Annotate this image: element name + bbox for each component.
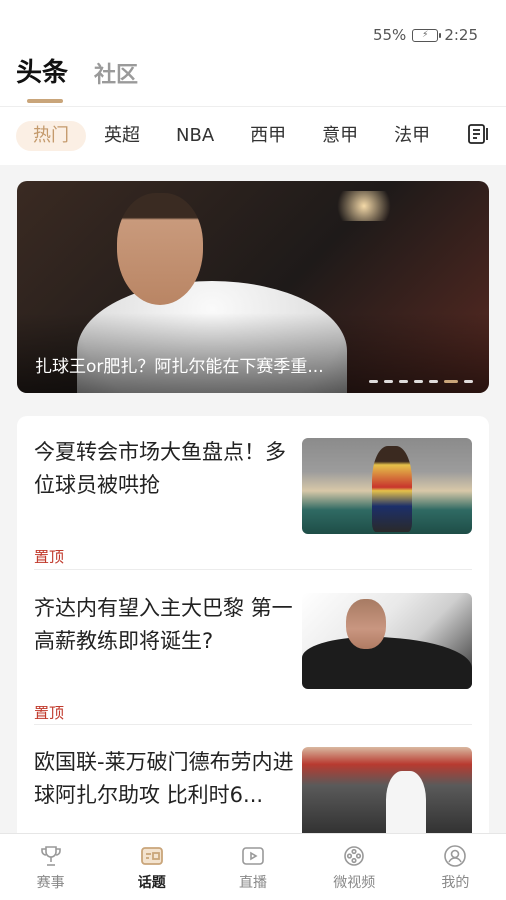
category-hot[interactable]: 热门 [16,121,86,151]
tab-topics[interactable]: 话题 [101,834,202,900]
live-icon [242,847,264,865]
clock: 2:25 [444,26,478,44]
pinned-tag: 置顶 [34,704,65,722]
carousel-dot[interactable] [414,380,423,383]
category-ligue-1[interactable]: 法甲 [394,121,430,151]
news-title: 欧国联-莱万破门德布劳内进球阿扎尔助攻 比利时6... [34,750,294,807]
carousel-dot[interactable] [429,380,438,383]
thumbnail-coat [302,637,472,689]
category-bar: 热门 英超 NBA 西甲 意甲 法甲 [0,106,506,165]
pinned-tag: 置顶 [34,548,65,566]
tab-micro-video[interactable]: 微视频 [304,834,405,900]
news-item[interactable]: 欧国联-莱万破门德布劳内进球阿扎尔助攻 比利时6... [34,746,472,846]
battery-percent: 55% [372,26,407,44]
tab-profile[interactable]: 我的 [405,834,506,900]
news-thumbnail [302,593,472,689]
divider [34,569,472,570]
news-item[interactable]: 今夏转会市场大鱼盘点！多位球员被哄抢 置顶 [34,436,472,591]
status-bar: 55% ⚡ 2:25 [373,26,478,44]
stadium-lights [329,191,399,221]
banner-photo-player [117,193,203,305]
carousel-dots [369,380,473,383]
main-tabs: 头条 社区 [16,52,138,103]
active-tab-indicator [27,99,63,103]
banner-caption: 扎球王or肥扎？阿扎尔能在下赛季重... [35,357,324,377]
category-premier-league[interactable]: 英超 [104,121,140,151]
category-list: 热门 英超 NBA 西甲 意甲 法甲 [16,121,466,151]
thumbnail-player [372,446,412,532]
user-icon [444,845,467,867]
divider [34,724,472,725]
topic-icon [140,847,163,865]
tab-micro-video-label: 微视频 [333,875,376,891]
tab-matches[interactable]: 赛事 [0,834,101,900]
carousel-dot[interactable] [464,380,473,383]
tab-live[interactable]: 直播 [202,834,303,900]
film-icon [344,846,365,866]
trophy-icon [40,846,61,866]
category-serie-a[interactable]: 意甲 [322,121,358,151]
news-title: 齐达内有望入主大巴黎 第一高薪教练即将诞生? [34,596,293,653]
carousel-dot[interactable] [369,380,378,383]
tab-matches-label: 赛事 [36,875,65,891]
tab-headlines-label: 头条 [16,58,69,88]
list-icon[interactable] [466,122,490,146]
tab-topics-label: 话题 [137,875,166,891]
bottom-tab-bar: 赛事 话题 直播 微视频 我的 [0,833,506,900]
battery-icon: ⚡ [412,28,442,42]
tab-headlines[interactable]: 头条 [16,52,69,103]
carousel-dot-active[interactable] [444,380,458,383]
header: 55% ⚡ 2:25 头条 社区 [0,0,506,106]
news-thumbnail [302,438,472,534]
category-la-liga[interactable]: 西甲 [250,121,286,151]
tab-live-label: 直播 [239,875,267,891]
carousel-dot[interactable] [384,380,393,383]
news-list: 今夏转会市场大鱼盘点！多位球员被哄抢 置顶 齐达内有望入主大巴黎 第一高薪教练即… [17,416,489,846]
carousel-dot[interactable] [399,380,408,383]
banner-carousel[interactable]: 扎球王or肥扎？阿扎尔能在下赛季重... [17,181,489,393]
thumbnail-face [346,599,386,649]
news-thumbnail [302,747,472,843]
news-title: 今夏转会市场大鱼盘点！多位球员被哄抢 [34,440,286,497]
tab-community-label: 社区 [94,63,139,88]
category-nba[interactable]: NBA [176,121,214,151]
tab-profile-label: 我的 [441,875,470,891]
tab-community[interactable]: 社区 [94,57,138,89]
